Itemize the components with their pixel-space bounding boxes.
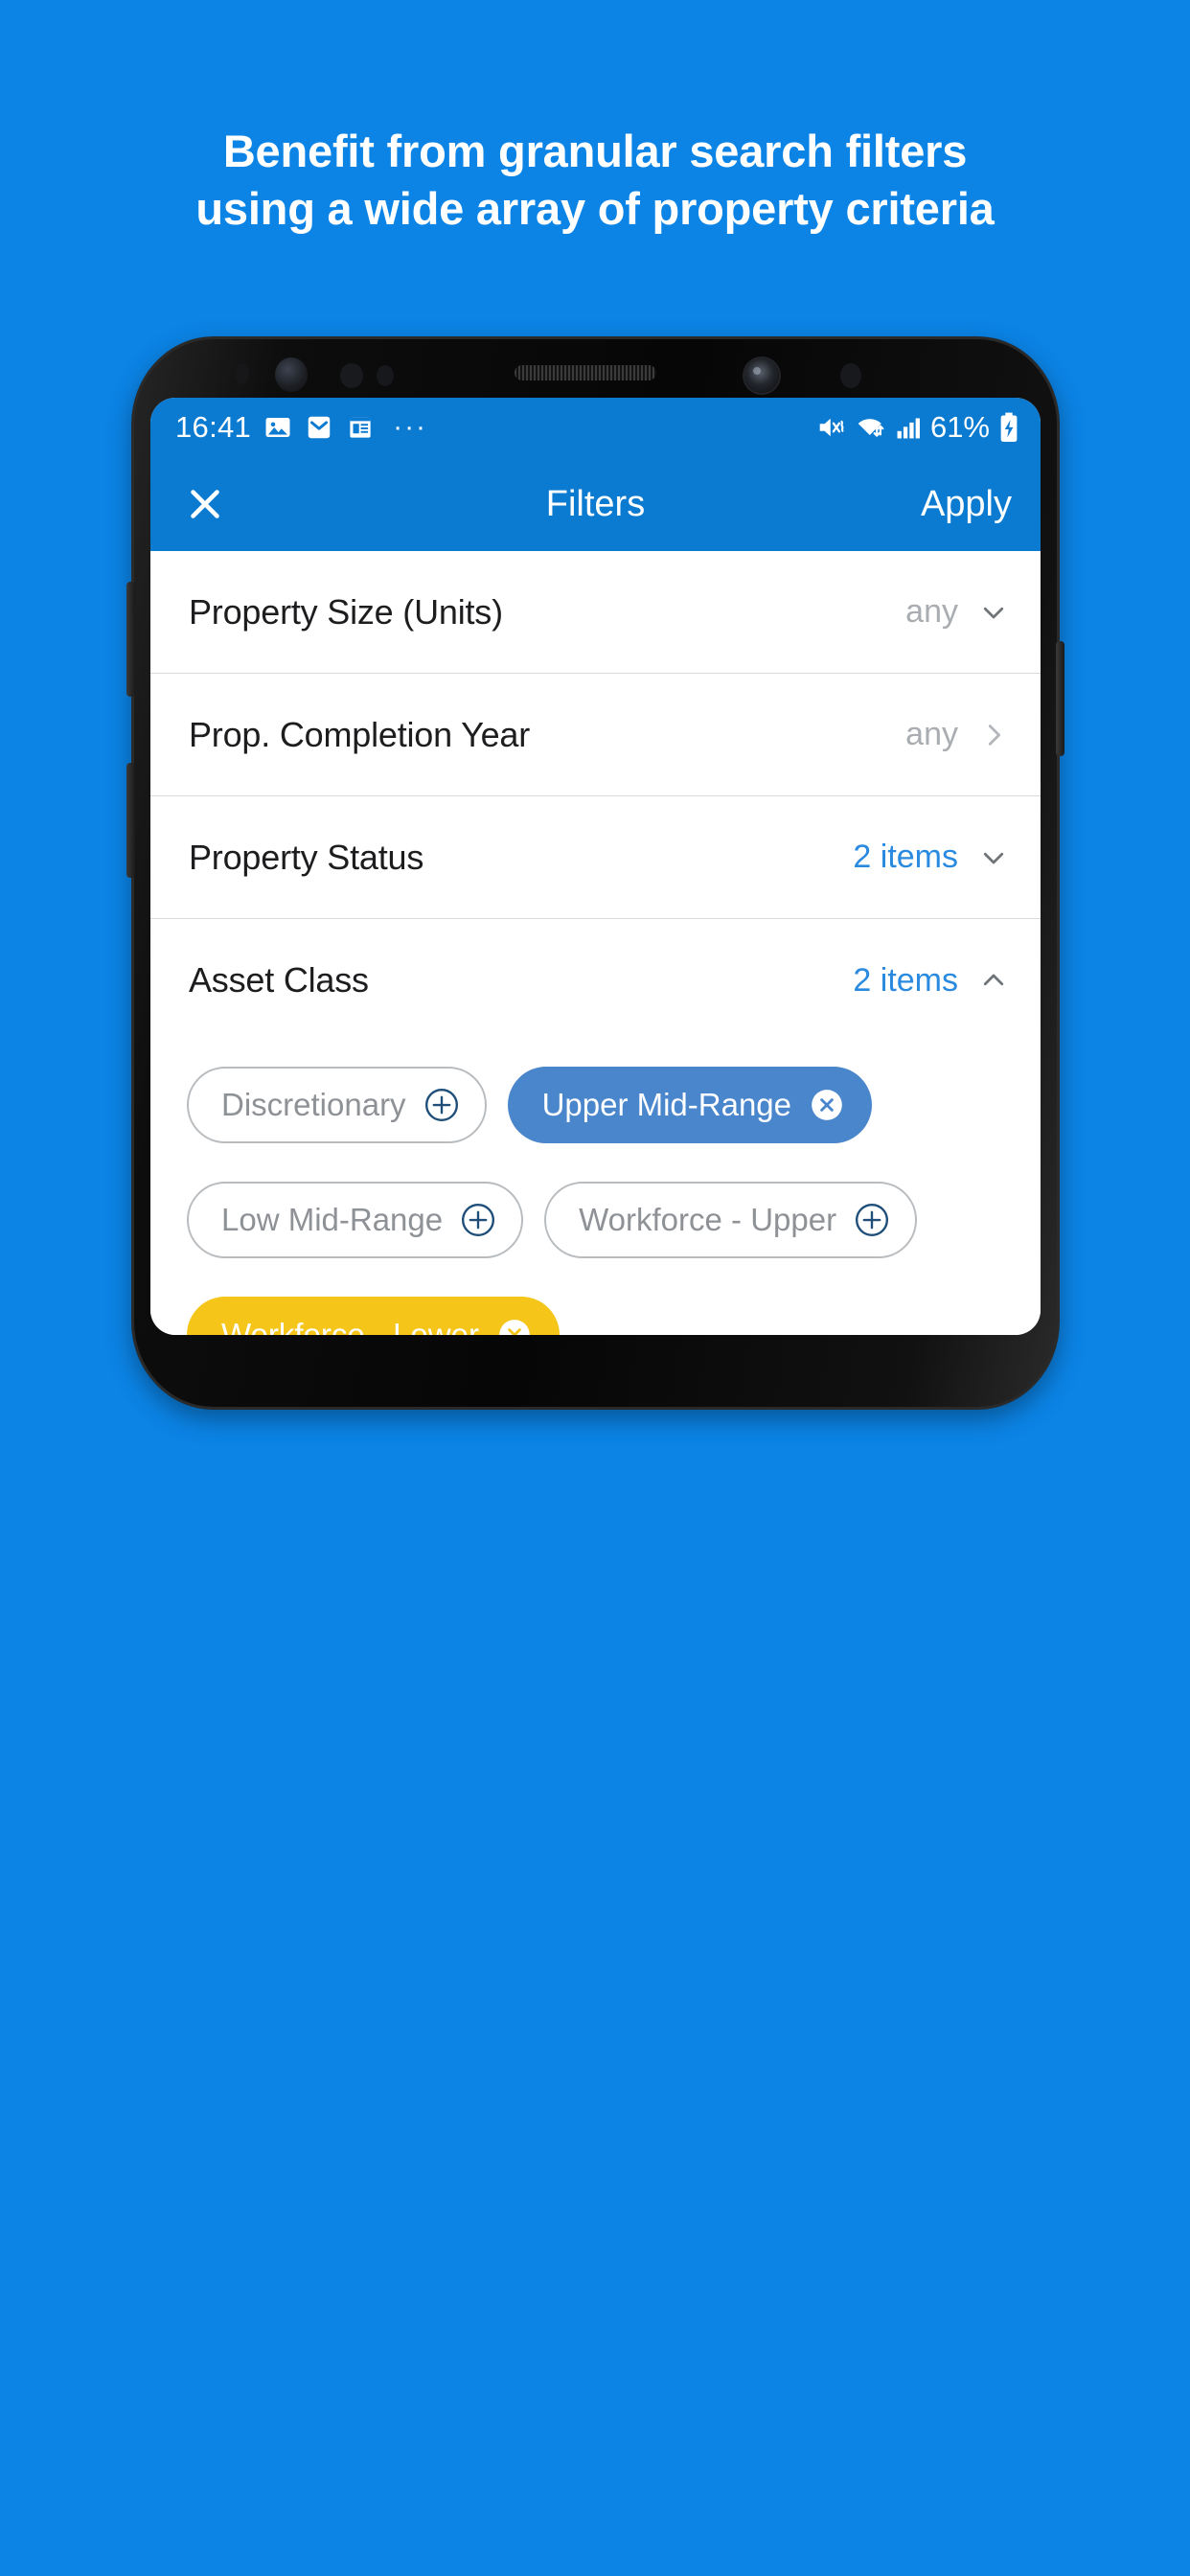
plus-circle-icon <box>856 1203 889 1237</box>
image-icon <box>263 413 292 442</box>
phone-screen: 16:41 ··· 61% Filters Apply Property Siz… <box>150 398 1041 1335</box>
signal-bars-icon <box>895 414 922 441</box>
chevron-up-icon <box>983 974 1004 986</box>
chevron-down-icon <box>983 852 1004 863</box>
volume-up-button[interactable] <box>126 582 135 697</box>
phone-mockup: 16:41 ··· 61% Filters Apply Property Siz… <box>126 336 1064 1410</box>
email-icon <box>305 413 333 442</box>
close-button[interactable] <box>179 478 231 530</box>
filter-row-asset-class[interactable]: Asset Class 2 items <box>150 919 1041 1042</box>
earpiece-speaker-icon <box>515 365 656 380</box>
filter-row-property-status[interactable]: Property Status 2 items <box>150 796 1041 919</box>
filter-row-property-size[interactable]: Property Size (Units) any <box>150 551 1041 674</box>
filter-row-label: Property Status <box>189 837 424 877</box>
light-sensor-icon <box>340 363 363 388</box>
chip-workforce-upper[interactable]: Workforce - Upper <box>544 1182 918 1258</box>
asset-class-chip-group: Discretionary Upper Mid-Range Low Mid-Ra… <box>150 1042 1041 1335</box>
chevron-down-icon <box>983 607 1004 618</box>
status-bar-right: 61% <box>816 410 1019 445</box>
overflow-dots-icon: ··· <box>393 411 428 443</box>
battery-charging-icon <box>998 412 1019 443</box>
chip-workforce-lower[interactable]: Workforce - Lower <box>187 1297 560 1335</box>
promo-headline: Benefit from granular search filters usi… <box>0 123 1190 237</box>
battery-percent: 61% <box>929 410 990 444</box>
filter-row-right: any <box>905 593 1008 631</box>
chip-label: Low Mid-Range <box>221 1202 444 1237</box>
ir-sensor-icon <box>840 363 861 388</box>
chip-discretionary[interactable]: Discretionary <box>187 1067 487 1143</box>
plus-circle-icon <box>424 1088 458 1122</box>
status-bar: 16:41 ··· 61% <box>150 398 1041 457</box>
filter-row-value: any <box>905 593 958 630</box>
app-bar: Filters Apply <box>150 457 1041 551</box>
phone-top-bezel <box>131 336 1060 398</box>
mute-vibrate-icon <box>816 413 847 442</box>
filter-row-completion-year[interactable]: Prop. Completion Year any <box>150 674 1041 796</box>
filter-row-label: Prop. Completion Year <box>189 714 531 754</box>
filter-row-value: 2 items <box>853 839 958 875</box>
close-icon <box>191 490 219 518</box>
filter-row-right: 2 items <box>853 839 1008 876</box>
close-circle-icon[interactable] <box>496 1317 533 1335</box>
chip-label: Discretionary <box>221 1087 406 1122</box>
status-time: 16:41 <box>175 410 252 444</box>
front-camera-icon <box>744 358 779 393</box>
filter-row-label: Property Size (Units) <box>189 591 503 632</box>
chip-low-mid-range[interactable]: Low Mid-Range <box>187 1182 524 1258</box>
iris-scanner-icon <box>275 357 308 392</box>
filter-row-value: 2 items <box>853 961 958 999</box>
promo-headline-line-1: Benefit from granular search filters <box>222 126 968 176</box>
led-indicator-icon <box>377 365 394 386</box>
power-button[interactable] <box>1056 641 1064 756</box>
filter-row-value: any <box>905 716 958 752</box>
chip-upper-mid-range[interactable]: Upper Mid-Range <box>507 1067 873 1143</box>
promo-headline-line-2: using a wide array of property criteria <box>195 182 995 234</box>
volume-down-button[interactable] <box>126 763 135 878</box>
close-circle-icon[interactable] <box>809 1087 845 1123</box>
chip-label: Workforce - Lower <box>221 1317 479 1335</box>
plus-circle-icon <box>462 1203 495 1237</box>
chip-label: Workforce - Upper <box>579 1202 837 1237</box>
page-title: Filters <box>545 483 646 524</box>
proximity-sensor-icon <box>235 363 249 384</box>
notes-icon <box>346 413 375 442</box>
wifi-icon <box>856 413 886 442</box>
filter-row-right: 2 items <box>853 962 1008 1000</box>
filter-row-right: any <box>905 716 1008 753</box>
status-bar-left: 16:41 ··· <box>175 410 427 445</box>
chevron-right-icon <box>988 724 1000 746</box>
apply-button[interactable]: Apply <box>921 484 1012 525</box>
chip-label: Upper Mid-Range <box>541 1087 792 1122</box>
filter-list-top: Property Size (Units) any Prop. Completi… <box>150 551 1041 1042</box>
filter-row-label: Asset Class <box>189 960 369 1000</box>
